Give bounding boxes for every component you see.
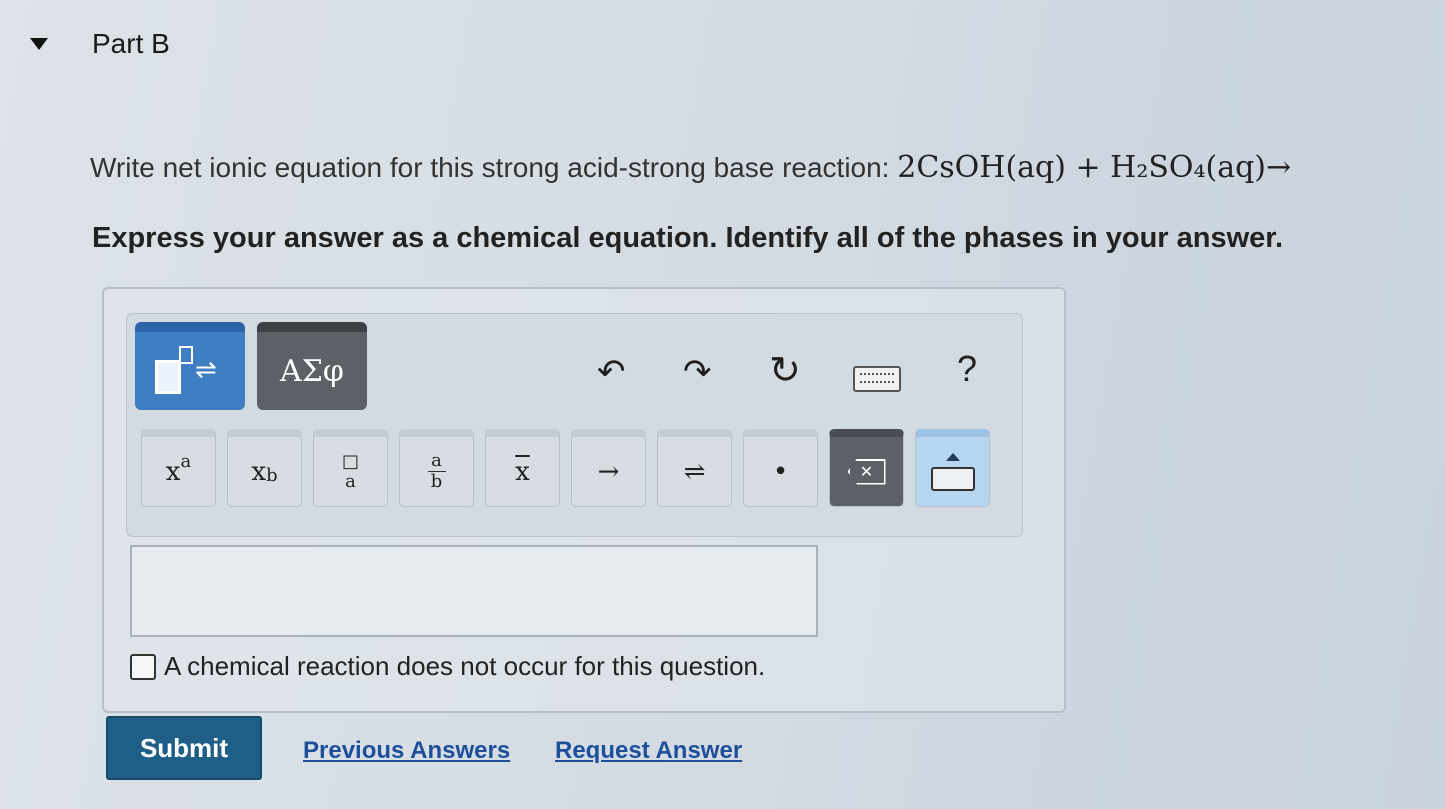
template-small-box-icon bbox=[179, 346, 193, 364]
subscript-sub: b bbox=[266, 465, 278, 486]
part-title: Part B bbox=[92, 28, 170, 59]
template-keys: xa xb □ a a b x → ⇌ • ✕ bbox=[141, 429, 990, 507]
no-reaction-option[interactable]: A chemical reaction does not occur for t… bbox=[130, 651, 765, 682]
fraction-icon: a b bbox=[427, 450, 446, 492]
question-text: Write net ionic equation for this strong… bbox=[90, 152, 890, 183]
equilibrium-arrows-icon: ⇌ bbox=[195, 354, 217, 384]
dot-icon: • bbox=[772, 456, 789, 487]
stacked-top: □ bbox=[341, 450, 359, 472]
stacked-template-icon: □ a bbox=[341, 450, 359, 492]
collapse-caret-icon[interactable] bbox=[30, 38, 48, 50]
template-box-icon bbox=[155, 360, 181, 394]
no-reaction-checkbox[interactable] bbox=[130, 653, 156, 680]
undo-icon[interactable]: ↶ bbox=[597, 352, 626, 392]
superscript-key[interactable]: xa bbox=[141, 429, 216, 507]
fraction-numerator: a bbox=[431, 450, 442, 471]
keyboard-toggle-key[interactable] bbox=[915, 429, 990, 507]
reaction-equation: 2CsOH(aq) + H₂SO₄(aq)→ bbox=[897, 150, 1292, 185]
expand-up-icon bbox=[945, 452, 960, 461]
math-toolbar: ⇌ ΑΣφ ↶ ↷ ↻ ? xa xb □ a a b x → ⇌ • ✕ bbox=[126, 313, 1023, 537]
templates-mode-button[interactable]: ⇌ bbox=[135, 322, 245, 410]
previous-answers-link[interactable]: Previous Answers bbox=[303, 737, 510, 765]
answer-input[interactable] bbox=[130, 545, 818, 637]
request-answer-link[interactable]: Request Answer bbox=[555, 737, 742, 765]
keyboard-icon bbox=[930, 466, 975, 491]
no-reaction-label: A chemical reaction does not occur for t… bbox=[164, 651, 766, 681]
help-icon[interactable]: ? bbox=[957, 348, 977, 390]
subscript-superscript-key[interactable]: □ a bbox=[313, 429, 388, 507]
subscript-base: x bbox=[251, 456, 267, 487]
backspace-key[interactable]: ✕ bbox=[829, 429, 904, 507]
backspace-icon: ✕ bbox=[847, 458, 886, 485]
subscript-key[interactable]: xb bbox=[227, 429, 302, 507]
equilibrium-arrow-key[interactable]: ⇌ bbox=[657, 429, 732, 507]
arrow-icon: → bbox=[597, 456, 620, 487]
reaction-arrow-key[interactable]: → bbox=[571, 429, 646, 507]
superscript-exp: a bbox=[180, 451, 192, 472]
superscript-base: x bbox=[165, 456, 181, 487]
fraction-key[interactable]: a b bbox=[399, 429, 474, 507]
fraction-denominator: b bbox=[430, 471, 443, 492]
submit-button[interactable]: Submit bbox=[106, 716, 262, 780]
answer-editor: ⇌ ΑΣφ ↶ ↷ ↻ ? xa xb □ a a b x → ⇌ • ✕ A … bbox=[102, 287, 1066, 713]
part-header[interactable]: Part B bbox=[30, 28, 170, 60]
overline-symbol: x bbox=[515, 456, 530, 487]
reset-icon[interactable]: ↻ bbox=[769, 348, 801, 393]
dot-key[interactable]: • bbox=[743, 429, 818, 507]
keyboard-shortcuts-icon[interactable] bbox=[853, 366, 901, 392]
answer-instruction: Express your answer as a chemical equati… bbox=[92, 222, 1284, 254]
equilibrium-icon: ⇌ bbox=[683, 456, 706, 487]
overline-key[interactable]: x bbox=[485, 429, 560, 507]
stacked-bottom: a bbox=[345, 470, 356, 492]
redo-icon[interactable]: ↷ bbox=[683, 352, 712, 392]
greek-symbols-mode-button[interactable]: ΑΣφ bbox=[257, 322, 367, 410]
question-prompt: Write net ionic equation for this strong… bbox=[90, 150, 1291, 185]
